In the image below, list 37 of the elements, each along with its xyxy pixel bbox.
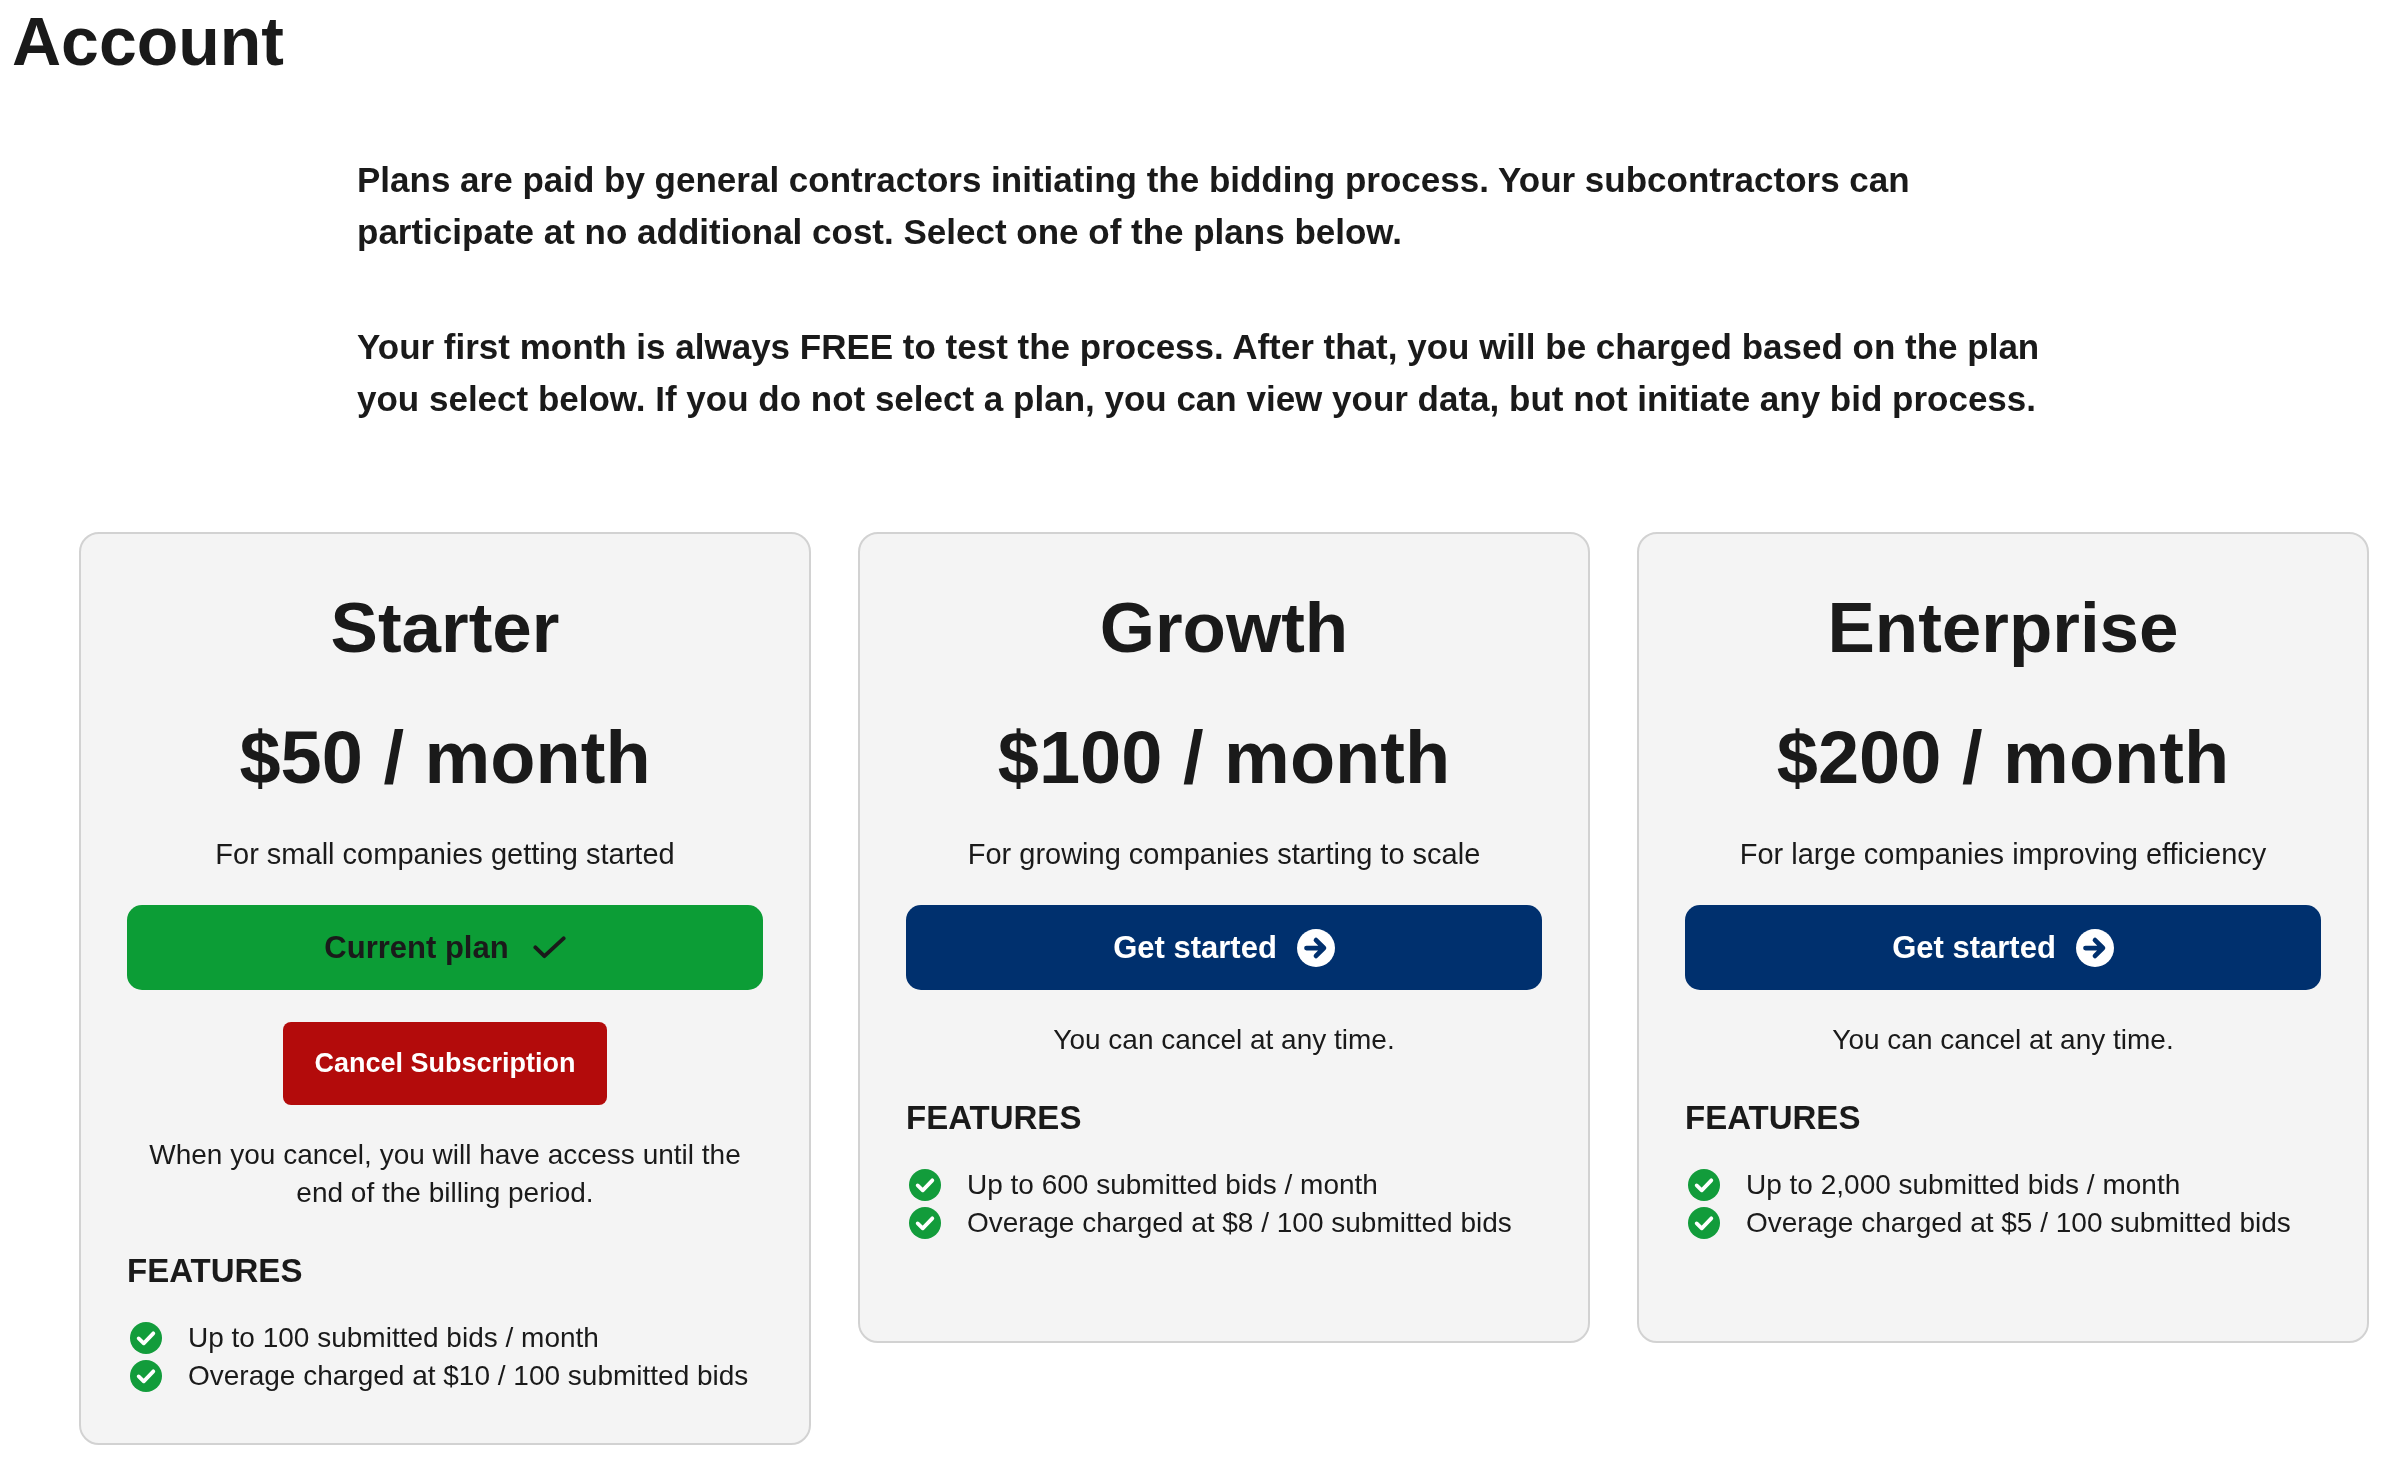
plan-note: You can cancel at any time. xyxy=(1831,1023,2175,1057)
plan-title: Enterprise xyxy=(1826,588,2180,668)
check-circle-icon xyxy=(1688,1169,1720,1201)
check-circle-icon xyxy=(130,1322,162,1354)
plan-price: $50 / month xyxy=(238,715,652,801)
check-circle-icon xyxy=(909,1207,941,1239)
feature-text: Overage charged at $8 / 100 submitted bids xyxy=(967,1206,1512,1240)
page-title: Account xyxy=(12,2,284,81)
current-plan-button[interactable]: Current plan xyxy=(127,905,763,990)
feature-text: Up to 600 submitted bids / month xyxy=(967,1168,1378,1202)
plan-note: You can cancel at any time. xyxy=(1052,1023,1396,1057)
plan-tagline: For large companies improving efficiency xyxy=(1738,837,2268,872)
get-started-button[interactable]: Get started xyxy=(1685,905,2321,990)
check-circle-icon xyxy=(1688,1207,1720,1239)
plan-title: Growth xyxy=(1098,588,1350,668)
feature-text: Up to 100 submitted bids / month xyxy=(188,1321,599,1355)
check-circle-icon xyxy=(909,1169,941,1201)
feature-text: Up to 2,000 submitted bids / month xyxy=(1746,1168,2181,1202)
plan-note: When you cancel, you will have access until the end of the billing period. xyxy=(148,1138,742,1210)
feature-text: Overage charged at $5 / 100 submitted bids xyxy=(1746,1206,2291,1240)
plan-tagline: For growing companies starting to scale xyxy=(966,837,1482,872)
get-started-button[interactable]: Get started xyxy=(906,905,1542,990)
plan-title: Starter xyxy=(329,588,561,668)
intro-paragraph: Your first month is always FREE to test the process. After that, you will be charged based on the plan you select below. If you do not select a plan, you can view your data, but not initiate any bid process. xyxy=(357,326,2041,420)
intro-paragraph: Plans are paid by general contractors initiating the bidding process. Your subcontractors can participate at no additional cost. Select one of the plans below. xyxy=(357,159,1911,253)
features-heading: FEATURES xyxy=(1685,1098,1862,1138)
features-heading: FEATURES xyxy=(127,1251,304,1291)
plan-price: $100 / month xyxy=(996,715,1452,801)
check-circle-icon xyxy=(130,1360,162,1392)
arrow-circle-icon xyxy=(2075,928,2114,967)
plan-tagline: For small companies getting started xyxy=(214,837,676,872)
cancel-subscription-button[interactable]: Cancel Subscription xyxy=(283,1022,607,1105)
arrow-circle-icon xyxy=(1296,928,1335,967)
check-icon xyxy=(532,935,566,960)
features-heading: FEATURES xyxy=(906,1098,1083,1138)
feature-text: Overage charged at $10 / 100 submitted bids xyxy=(188,1359,749,1393)
plan-price: $200 / month xyxy=(1775,715,2231,801)
